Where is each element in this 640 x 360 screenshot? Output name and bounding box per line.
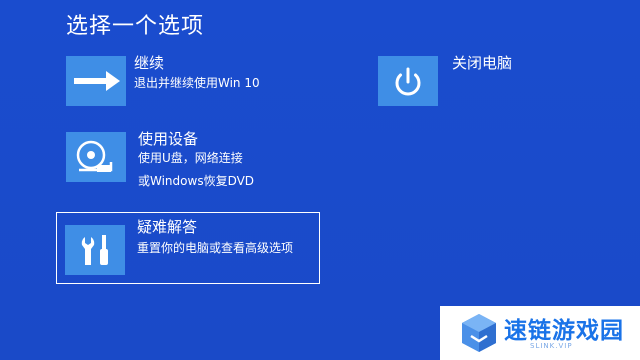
tools-icon: [81, 235, 108, 265]
watermark-name: 速链游戏园: [504, 318, 624, 344]
cube-logo-icon: [462, 314, 496, 352]
shutdown-title: 关闭电脑: [452, 54, 513, 72]
troubleshoot-title: 疑难解答: [137, 218, 198, 236]
arrow-right-icon: [74, 71, 120, 91]
use-device-description-line2: 或Windows恢复DVD: [138, 174, 255, 188]
watermark-logo: 速链游戏园 SLINK.VIP: [440, 306, 640, 360]
watermark-url: SLINK.VIP: [530, 342, 573, 350]
use-device-tile: [66, 132, 126, 182]
continue-title: 继续: [134, 54, 165, 72]
power-icon: [395, 67, 421, 96]
use-device-title: 使用设备: [138, 130, 199, 148]
continue-description: 退出并继续使用Win 10: [134, 76, 260, 90]
page-title: 选择一个选项: [66, 14, 205, 39]
continue-tile: [66, 56, 126, 106]
use-device-description-line1: 使用U盘，网络连接: [138, 151, 243, 165]
troubleshoot-description: 重置你的电脑或查看高级选项: [137, 241, 294, 255]
continue-option[interactable]: 继续 退出并继续使用Win 10: [66, 52, 316, 108]
troubleshoot-tile: [65, 225, 125, 275]
disc-drive-icon: [76, 140, 113, 172]
recovery-screen: 选择一个选项 继续 退出并继续使用Win 10 关闭电脑 使用设备 使用U盘，网…: [0, 0, 640, 360]
troubleshoot-option[interactable]: 疑难解答 重置你的电脑或查看高级选项: [56, 212, 320, 284]
shutdown-option[interactable]: 关闭电脑: [378, 52, 548, 108]
use-device-option[interactable]: 使用设备 使用U盘，网络连接 或Windows恢复DVD: [66, 128, 316, 192]
shutdown-tile: [378, 56, 438, 106]
